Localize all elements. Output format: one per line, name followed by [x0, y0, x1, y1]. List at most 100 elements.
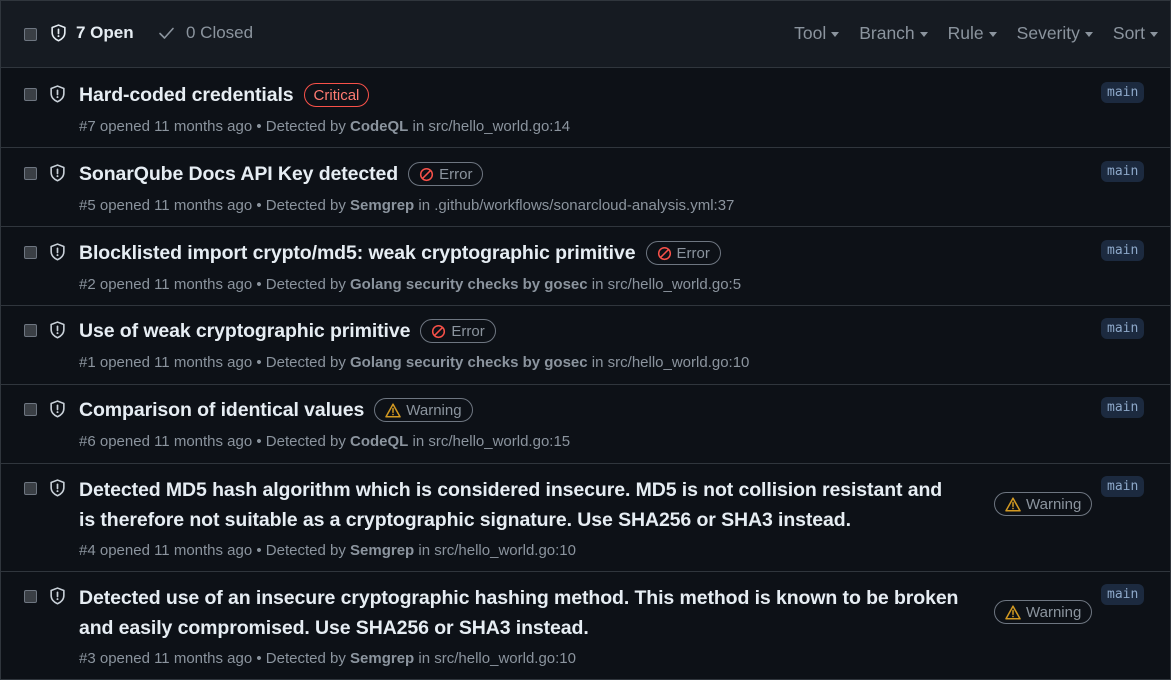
caret-down-icon: [1150, 32, 1158, 37]
open-count-label: 7 Open: [76, 23, 134, 42]
alert-checkbox[interactable]: [24, 482, 37, 495]
severity-label-error: Error: [408, 162, 484, 186]
alert-meta: #4 opened 11 months ago • Detected by Se…: [79, 542, 576, 559]
severity-text: Warning: [1026, 603, 1082, 621]
tool-name: CodeQL: [350, 433, 409, 450]
tool-name: Semgrep: [350, 650, 415, 667]
branch-badge: main: [1101, 161, 1145, 182]
alert-meta: #1 opened 11 months ago • Detected by Go…: [79, 354, 750, 371]
tool-name: Semgrep: [350, 542, 415, 559]
in-text: in: [591, 354, 604, 371]
filter-severity[interactable]: Severity: [1017, 23, 1093, 44]
alert-number: #6: [79, 433, 96, 450]
circle-slash-icon: [431, 324, 446, 339]
shield-icon: [49, 164, 66, 182]
shield-icon: [49, 400, 66, 418]
tool-name: Golang security checks by gosec: [350, 354, 588, 371]
filter-tool-label: Tool: [794, 23, 827, 43]
alert-meta: #3 opened 11 months ago • Detected by Se…: [79, 650, 576, 667]
filter-branch-label: Branch: [859, 23, 915, 43]
detected-by-text: Detected by: [265, 650, 346, 667]
alert-row: Blocklisted import crypto/md5: weak cryp…: [1, 227, 1170, 306]
detected-by-text: Detected by: [265, 542, 346, 559]
alert-opened: opened 11 months ago: [99, 433, 253, 450]
circle-slash-icon: [657, 246, 672, 261]
caret-down-icon: [1084, 32, 1093, 37]
alert-checkbox[interactable]: [24, 246, 37, 259]
filter-bar: Tool Branch Rule Severity Sort: [794, 23, 1158, 44]
caret-down-icon: [919, 32, 928, 37]
alert-meta: #5 opened 11 months ago • Detected by Se…: [79, 197, 735, 214]
alert-row: Use of weak cryptographic primitive Erro…: [1, 306, 1170, 385]
alert-triangle-icon: [385, 402, 401, 418]
alert-checkbox[interactable]: [24, 590, 37, 603]
detected-by-text: Detected by: [265, 118, 346, 135]
branch-badge: main: [1101, 584, 1145, 605]
alert-title-link[interactable]: Use of weak cryptographic primitive: [79, 320, 410, 343]
tool-name: Golang security checks by gosec: [350, 276, 588, 293]
alert-location: src/hello_world.go:15: [428, 433, 571, 450]
alert-title-line: Comparison of identical values Warning: [79, 398, 473, 422]
alert-title-line: Blocklisted import crypto/md5: weak cryp…: [79, 241, 721, 265]
alert-number: #7: [79, 118, 96, 135]
alert-number: #3: [79, 650, 96, 667]
alert-location: src/hello_world.go:5: [607, 276, 742, 293]
alert-meta: #2 opened 11 months ago • Detected by Go…: [79, 276, 742, 293]
branch-badge: main: [1101, 397, 1145, 418]
shield-icon: [49, 587, 66, 605]
detected-by-text: Detected by: [265, 197, 346, 214]
filter-severity-label: Severity: [1016, 23, 1080, 43]
select-all-checkbox[interactable]: [24, 28, 37, 41]
in-text: in: [412, 118, 425, 135]
branch-badge: main: [1101, 476, 1145, 497]
caret-down-icon: [988, 32, 997, 37]
alert-row: Hard-coded credentials Critical #7 opene…: [1, 68, 1170, 148]
filter-rule[interactable]: Rule: [948, 23, 997, 44]
in-text: in: [591, 276, 604, 293]
severity-text: Error: [676, 244, 710, 262]
caret-down-icon: [831, 32, 840, 37]
severity-text: Warning: [406, 401, 462, 419]
alert-title-link[interactable]: SonarQube Docs API Key detected: [79, 163, 398, 186]
filter-branch[interactable]: Branch: [859, 23, 928, 44]
alert-title-line: SonarQube Docs API Key detected Error: [79, 162, 484, 186]
alert-title-link[interactable]: Detected use of an insecure cryptographi…: [79, 583, 959, 643]
check-icon: [158, 26, 175, 40]
alert-number: #2: [79, 276, 96, 293]
tab-closed[interactable]: 0 Closed: [158, 23, 253, 43]
severity-label-warning: Warning: [994, 600, 1093, 624]
alert-row: Detected MD5 hash algorithm which is con…: [1, 464, 1170, 572]
alert-checkbox[interactable]: [24, 403, 37, 416]
alert-title-link[interactable]: Hard-coded credentials: [79, 84, 294, 107]
severity-text: Warning: [1026, 495, 1082, 513]
alert-number: #1: [79, 354, 96, 371]
alert-number: #5: [79, 197, 96, 214]
shield-icon: [49, 85, 66, 103]
alert-row: Detected use of an insecure cryptographi…: [1, 572, 1170, 679]
filter-tool[interactable]: Tool: [794, 23, 840, 44]
tool-name: Semgrep: [350, 197, 415, 214]
code-scanning-alerts-panel: 7 Open 0 Closed Tool Branch Rule Severit…: [0, 0, 1171, 680]
sort-dropdown[interactable]: Sort: [1113, 23, 1158, 44]
alert-checkbox[interactable]: [24, 324, 37, 337]
alert-triangle-icon: [1005, 604, 1021, 620]
sort-label: Sort: [1112, 23, 1145, 43]
alert-opened: opened 11 months ago: [99, 276, 253, 293]
alert-opened: opened 11 months ago: [99, 354, 253, 371]
alert-row: Comparison of identical values Warning #…: [1, 385, 1170, 464]
detected-by-text: Detected by: [265, 433, 346, 450]
alert-meta: #7 opened 11 months ago • Detected by Co…: [79, 118, 571, 135]
shield-icon: [49, 321, 66, 339]
alert-title-link[interactable]: Blocklisted import crypto/md5: weak cryp…: [79, 242, 636, 265]
alert-location: src/hello_world.go:14: [428, 118, 571, 135]
alert-checkbox[interactable]: [24, 88, 37, 101]
tab-open[interactable]: 7 Open: [50, 23, 134, 43]
alert-location: src/hello_world.go:10: [607, 354, 750, 371]
alert-title-link[interactable]: Comparison of identical values: [79, 399, 364, 422]
in-text: in: [418, 650, 431, 667]
alert-title-link[interactable]: Detected MD5 hash algorithm which is con…: [79, 475, 959, 535]
alert-opened: opened 11 months ago: [99, 118, 253, 135]
alert-checkbox[interactable]: [24, 167, 37, 180]
alert-location: src/hello_world.go:10: [434, 542, 576, 559]
severity-label-error: Error: [645, 241, 721, 265]
